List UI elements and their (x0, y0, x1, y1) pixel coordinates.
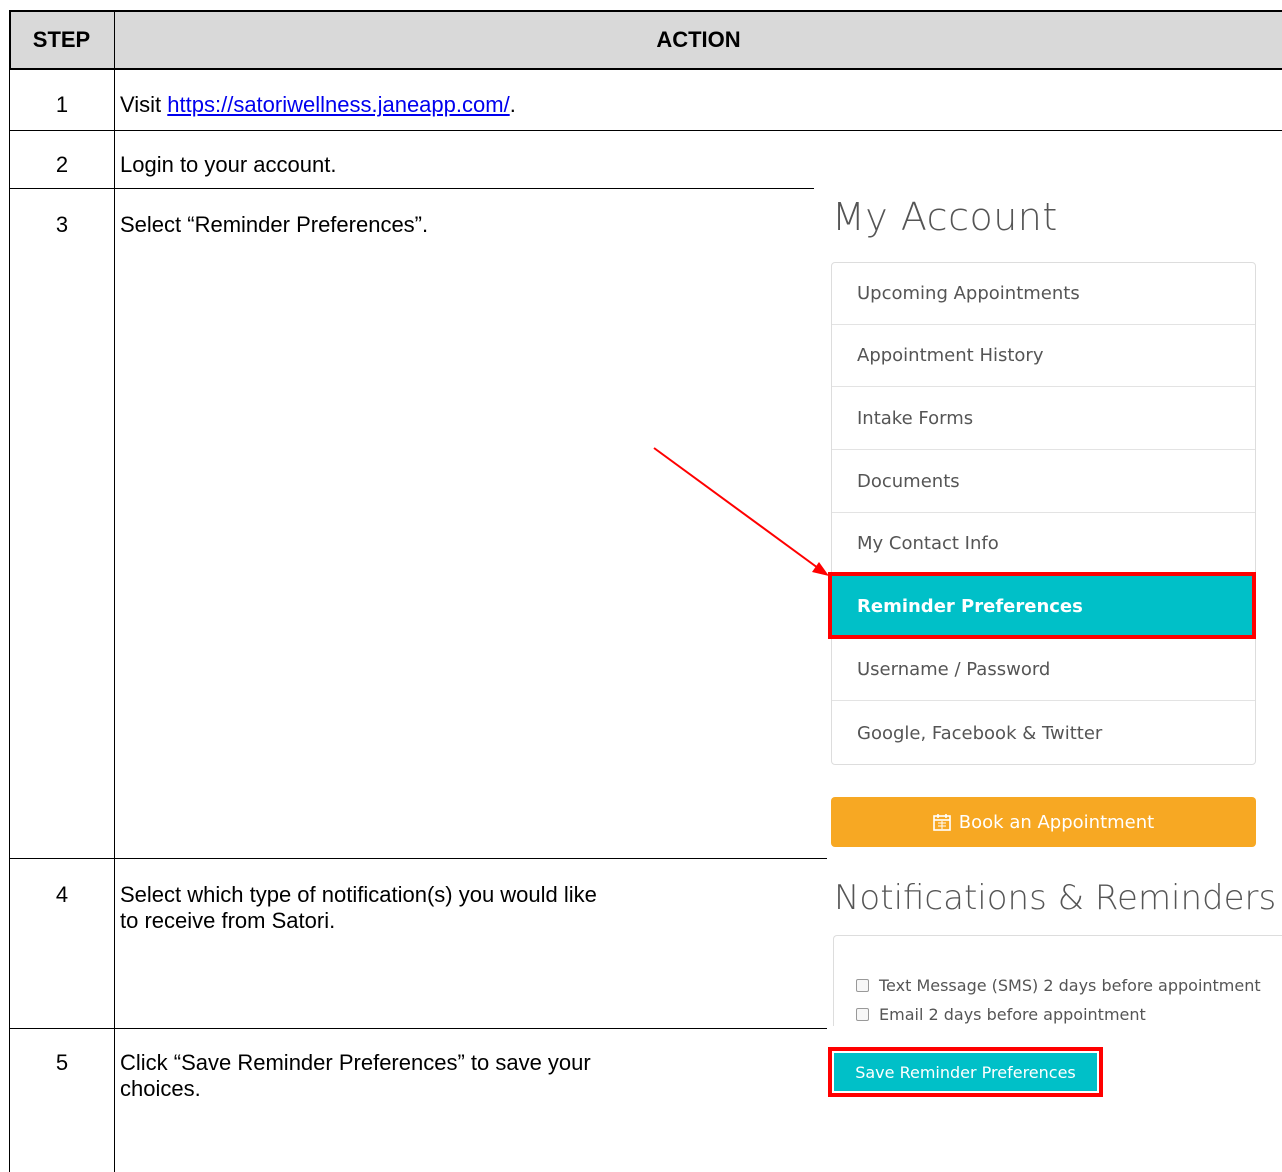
email-option[interactable]: Email 2 days before appointment (856, 1005, 1146, 1024)
save-reminder-preferences-button[interactable]: Save Reminder Preferences (834, 1053, 1097, 1091)
step-5-number: 5 (55, 1050, 69, 1075)
step-4-text: Select which type of notification(s) you… (120, 882, 597, 933)
sms-label: Text Message (SMS) 2 days before appoint… (879, 976, 1261, 995)
save-highlight-box: Save Reminder Preferences (828, 1047, 1103, 1097)
step-5-text: Click “Save Reminder Preferences” to sav… (120, 1050, 591, 1101)
step-4-number: 4 (55, 882, 69, 907)
email-checkbox[interactable] (856, 1008, 869, 1021)
sms-checkbox[interactable] (856, 979, 869, 992)
notifications-title: Notifications & Reminders (834, 878, 1277, 918)
sms-option[interactable]: Text Message (SMS) 2 days before appoint… (856, 976, 1261, 995)
email-label: Email 2 days before appointment (879, 1005, 1146, 1024)
